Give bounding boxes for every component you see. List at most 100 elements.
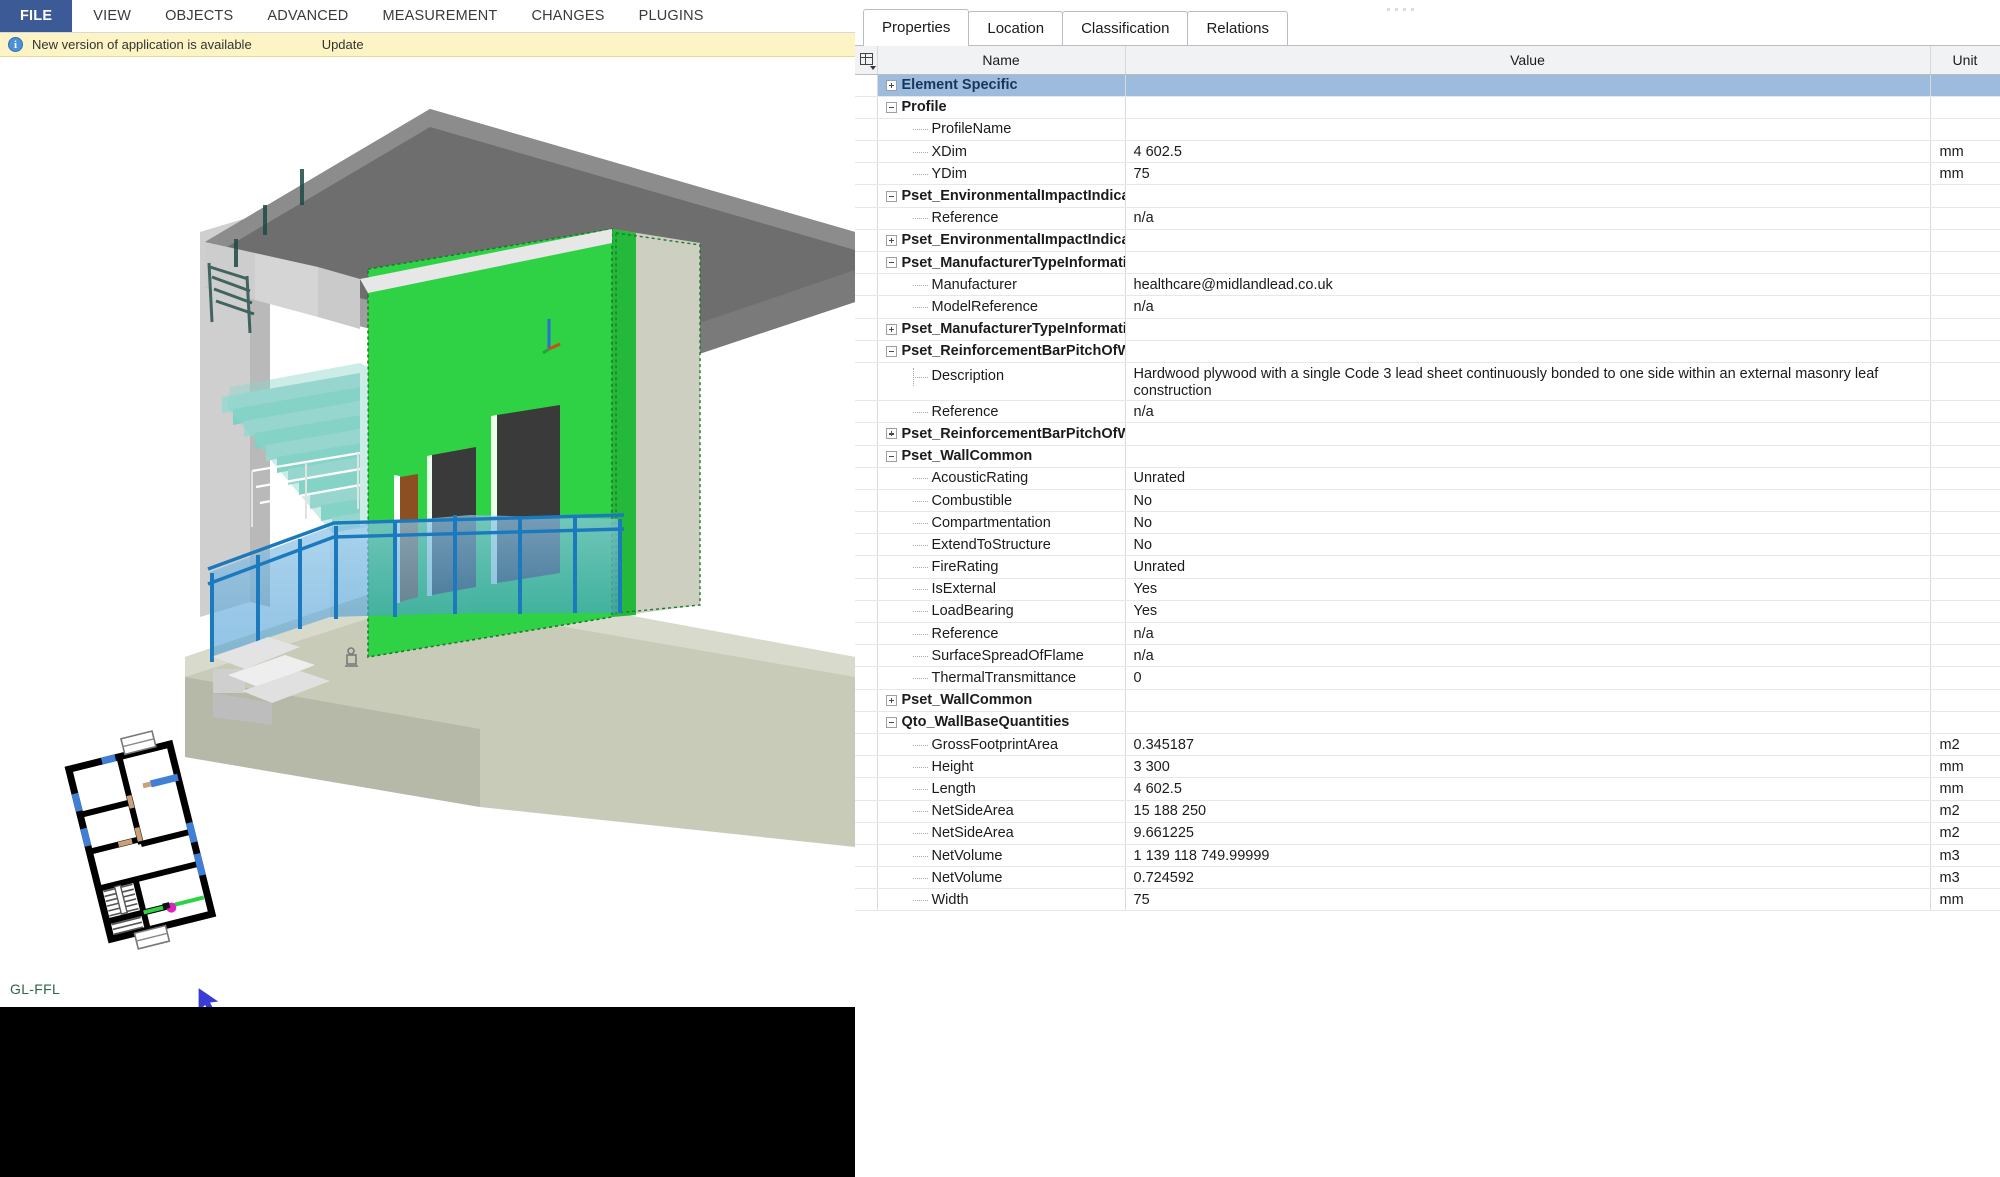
table-row[interactable]: YDim75mm (855, 163, 2000, 185)
property-value[interactable]: 15 188 250 (1125, 800, 1930, 822)
table-row[interactable]: DescriptionHardwood plywood with a singl… (855, 362, 2000, 400)
table-row[interactable]: LoadBearingYes (855, 600, 2000, 622)
menu-item-file[interactable]: FILE (0, 0, 72, 32)
table-row[interactable]: Referencen/a (855, 207, 2000, 229)
table-row[interactable]: NetSideArea9.661225m2 (855, 822, 2000, 844)
table-row[interactable]: NetVolume0.724592m3 (855, 867, 2000, 889)
property-value[interactable]: 1 139 118 749.99999 (1125, 844, 1930, 866)
table-row[interactable]: Pset_ManufacturerTypeInformation (855, 318, 2000, 340)
property-value[interactable] (1125, 711, 1930, 733)
property-value[interactable]: n/a (1125, 401, 1930, 423)
property-value[interactable]: healthcare@midlandlead.co.uk (1125, 274, 1930, 296)
property-value[interactable]: No (1125, 512, 1930, 534)
property-value[interactable] (1125, 118, 1930, 140)
table-row[interactable]: Referencen/a (855, 623, 2000, 645)
property-value[interactable]: 0 (1125, 667, 1930, 689)
property-value[interactable] (1125, 423, 1930, 445)
tab-properties[interactable]: Properties (863, 9, 969, 45)
property-value[interactable]: Unrated (1125, 556, 1930, 578)
table-row[interactable]: CombustibleNo (855, 489, 2000, 511)
expand-icon[interactable] (886, 428, 897, 439)
property-value[interactable]: Unrated (1125, 467, 1930, 489)
property-value[interactable]: Yes (1125, 578, 1930, 600)
menu-item-plugins[interactable]: PLUGINS (622, 0, 721, 32)
table-row[interactable]: Pset_ReinforcementBarPitchOfWall (855, 340, 2000, 362)
tab-classification[interactable]: Classification (1062, 11, 1188, 45)
property-value[interactable] (1125, 229, 1930, 251)
header-name[interactable]: Name (877, 46, 1125, 74)
property-value[interactable]: 9.661225 (1125, 822, 1930, 844)
expand-icon[interactable] (886, 235, 897, 246)
property-value[interactable]: n/a (1125, 645, 1930, 667)
table-row[interactable]: Length4 602.5mm (855, 778, 2000, 800)
table-row[interactable]: Pset_WallCommon (855, 445, 2000, 467)
table-row[interactable]: Profile (855, 96, 2000, 118)
table-row[interactable]: GrossFootprintArea0.345187m2 (855, 733, 2000, 755)
expand-icon[interactable] (886, 80, 897, 91)
table-row[interactable]: Element Specific (855, 74, 2000, 96)
table-row[interactable]: ThermalTransmittance0 (855, 667, 2000, 689)
property-value[interactable] (1125, 252, 1930, 274)
table-row[interactable]: ModelReferencen/a (855, 296, 2000, 318)
update-link[interactable]: Update (322, 37, 364, 52)
table-row[interactable]: SurfaceSpreadOfFlamen/a (855, 645, 2000, 667)
property-value[interactable]: 0.345187 (1125, 733, 1930, 755)
property-value[interactable] (1125, 318, 1930, 340)
table-row[interactable]: NetSideArea15 188 250m2 (855, 800, 2000, 822)
property-value[interactable] (1125, 340, 1930, 362)
table-row[interactable]: ExtendToStructureNo (855, 534, 2000, 556)
property-value[interactable] (1125, 74, 1930, 96)
collapse-icon[interactable] (886, 346, 897, 357)
property-value[interactable]: n/a (1125, 623, 1930, 645)
tab-relations[interactable]: Relations (1187, 11, 1288, 45)
table-row[interactable]: Pset_EnvironmentalImpactIndicators (855, 229, 2000, 251)
property-value[interactable]: No (1125, 534, 1930, 556)
table-row[interactable]: IsExternalYes (855, 578, 2000, 600)
table-row[interactable]: Qto_WallBaseQuantities (855, 711, 2000, 733)
table-row[interactable]: ProfileName (855, 118, 2000, 140)
table-row[interactable]: CompartmentationNo (855, 512, 2000, 534)
property-value[interactable]: n/a (1125, 207, 1930, 229)
table-row[interactable]: Pset_ManufacturerTypeInformation (855, 252, 2000, 274)
expand-icon[interactable] (886, 324, 897, 335)
table-row[interactable]: Pset_ReinforcementBarPitchOfWall (855, 423, 2000, 445)
property-value[interactable]: 4 602.5 (1125, 141, 1930, 163)
collapse-icon[interactable] (886, 451, 897, 462)
property-value[interactable]: No (1125, 489, 1930, 511)
menu-item-objects[interactable]: OBJECTS (148, 0, 250, 32)
table-row[interactable]: XDim4 602.5mm (855, 141, 2000, 163)
collapse-icon[interactable] (886, 102, 897, 113)
properties-table-wrapper[interactable]: Name Value Unit Element SpecificProfileP… (855, 46, 2000, 1177)
property-value[interactable]: 75 (1125, 889, 1930, 911)
menu-item-changes[interactable]: CHANGES (514, 0, 621, 32)
collapse-icon[interactable] (886, 717, 897, 728)
property-value[interactable] (1125, 689, 1930, 711)
collapse-icon[interactable] (886, 257, 897, 268)
property-value[interactable]: Hardwood plywood with a single Code 3 le… (1125, 362, 1930, 400)
property-value[interactable]: 3 300 (1125, 756, 1930, 778)
table-row[interactable]: Pset_EnvironmentalImpactIndicators (855, 185, 2000, 207)
property-value[interactable] (1125, 185, 1930, 207)
table-row[interactable]: AcousticRatingUnrated (855, 467, 2000, 489)
column-chooser-header[interactable] (855, 46, 877, 74)
expand-icon[interactable] (886, 695, 897, 706)
table-row[interactable]: FireRatingUnrated (855, 556, 2000, 578)
tab-location[interactable]: Location (968, 11, 1063, 45)
table-row[interactable]: Width75mm (855, 889, 2000, 911)
3d-viewport[interactable]: GL-FFL (0, 57, 855, 1007)
property-value[interactable]: n/a (1125, 296, 1930, 318)
property-value[interactable]: 0.724592 (1125, 867, 1930, 889)
collapse-icon[interactable] (886, 191, 897, 202)
menu-item-measurement[interactable]: MEASUREMENT (365, 0, 514, 32)
property-value[interactable] (1125, 445, 1930, 467)
table-row[interactable]: Pset_WallCommon (855, 689, 2000, 711)
header-unit[interactable]: Unit (1930, 46, 2000, 74)
property-value[interactable]: 4 602.5 (1125, 778, 1930, 800)
menu-item-advanced[interactable]: ADVANCED (250, 0, 365, 32)
table-row[interactable]: Height3 300mm (855, 756, 2000, 778)
property-value[interactable]: Yes (1125, 600, 1930, 622)
property-value[interactable] (1125, 96, 1930, 118)
table-row[interactable]: Referencen/a (855, 401, 2000, 423)
menu-item-view[interactable]: VIEW (76, 0, 148, 32)
property-value[interactable]: 75 (1125, 163, 1930, 185)
